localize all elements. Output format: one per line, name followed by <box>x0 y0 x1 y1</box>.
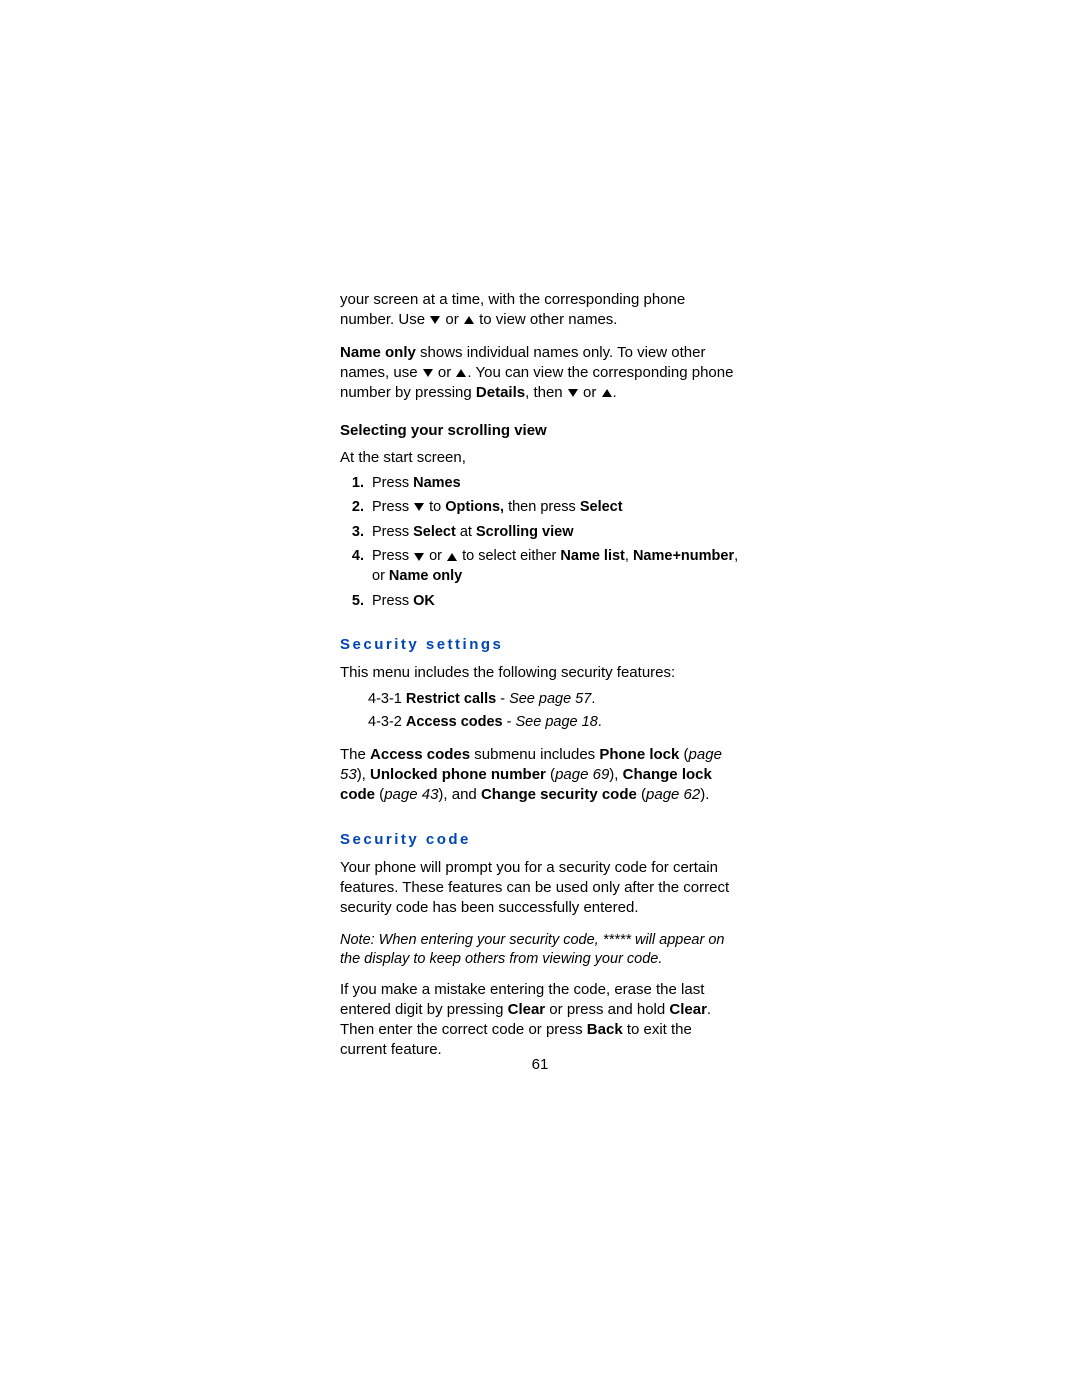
unlocked-phone-number-label: Unlocked phone number <box>370 766 546 783</box>
text: or <box>579 384 601 401</box>
up-arrow-icon <box>447 553 457 561</box>
select-label: Select <box>580 499 623 515</box>
text: . <box>613 384 617 401</box>
down-arrow-icon <box>414 503 424 511</box>
text: ( <box>546 766 555 783</box>
step-2: Press to Options, then press Select <box>368 498 740 518</box>
text: ( <box>637 786 646 803</box>
text: ). <box>700 786 709 803</box>
text: or <box>425 548 446 564</box>
step-5: Press OK <box>368 592 740 612</box>
names-label: Names <box>413 475 461 491</box>
text: 4-3-1 <box>368 691 406 707</box>
text: Press <box>372 499 413 515</box>
restrict-calls-label: Restrict calls <box>406 691 496 707</box>
security-settings-lead: This menu includes the following securit… <box>340 663 740 683</box>
text: Press <box>372 593 413 609</box>
text: then press <box>504 499 580 515</box>
text: or <box>434 364 456 381</box>
text: ), <box>357 766 370 783</box>
text: submenu includes <box>470 746 599 763</box>
text: to view other names. <box>475 311 618 328</box>
security-code-note: Note: When entering your security code, … <box>340 931 740 970</box>
text: to <box>425 499 445 515</box>
up-arrow-icon <box>602 389 612 397</box>
name-list-label: Name list <box>560 548 624 564</box>
back-label: Back <box>587 1021 623 1038</box>
text: at <box>456 524 476 540</box>
up-arrow-icon <box>456 369 466 377</box>
security-settings-heading: Security settings <box>340 635 740 655</box>
change-security-code-label: Change security code <box>481 786 637 803</box>
menu-item-access-codes: 4-3-2 Access codes - See page 18. <box>368 713 740 733</box>
text: ), and <box>438 786 481 803</box>
page-ref: See page 18 <box>516 714 598 730</box>
selecting-heading: Selecting your scrolling view <box>340 421 740 441</box>
page-ref: See page 57 <box>509 691 591 707</box>
name-number-label: Name+number <box>633 548 734 564</box>
clear-label: Clear <box>669 1001 707 1018</box>
name-only-label: Name only <box>340 344 416 361</box>
text: Press <box>372 524 413 540</box>
selecting-lead: At the start screen, <box>340 448 740 468</box>
access-codes-submenu-paragraph: The Access codes submenu includes Phone … <box>340 745 740 806</box>
page-ref: page 62 <box>646 786 700 803</box>
down-arrow-icon <box>414 553 424 561</box>
text: ( <box>375 786 384 803</box>
text: - <box>503 714 516 730</box>
name-only-label: Name only <box>389 568 462 584</box>
security-code-p2: If you make a mistake entering the code,… <box>340 980 740 1061</box>
page-ref: page 69 <box>555 766 609 783</box>
text: ( <box>679 746 688 763</box>
up-arrow-icon <box>464 316 474 324</box>
select-label: Select <box>413 524 456 540</box>
step-1: Press Names <box>368 474 740 494</box>
text: The <box>340 746 370 763</box>
intro-paragraph-1: your screen at a time, with the correspo… <box>340 290 740 331</box>
details-label: Details <box>476 384 525 401</box>
text: 4-3-2 <box>368 714 406 730</box>
text: to select either <box>458 548 560 564</box>
text: . <box>598 714 602 730</box>
down-arrow-icon <box>423 369 433 377</box>
page-ref: page 43 <box>384 786 438 803</box>
down-arrow-icon <box>568 389 578 397</box>
security-code-p1: Your phone will prompt you for a securit… <box>340 858 740 919</box>
intro-paragraph-2: Name only shows individual names only. T… <box>340 343 740 404</box>
text: or <box>441 311 463 328</box>
access-codes-label: Access codes <box>406 714 503 730</box>
clear-label: Clear <box>508 1001 546 1018</box>
text: , then <box>525 384 567 401</box>
text: - <box>496 691 509 707</box>
document-page: your screen at a time, with the correspo… <box>340 290 740 1073</box>
options-label: Options, <box>445 499 504 515</box>
menu-item-restrict-calls: 4-3-1 Restrict calls - See page 57. <box>368 690 740 710</box>
text: . <box>591 691 595 707</box>
text: Press <box>372 475 413 491</box>
phone-lock-label: Phone lock <box>599 746 679 763</box>
steps-list: Press Names Press to Options, then press… <box>340 474 740 611</box>
down-arrow-icon <box>430 316 440 324</box>
text: Press <box>372 548 413 564</box>
scrolling-view-label: Scrolling view <box>476 524 574 540</box>
ok-label: OK <box>413 593 435 609</box>
page-number: 61 <box>340 1055 740 1075</box>
text: or press and hold <box>545 1001 669 1018</box>
text: ), <box>609 766 622 783</box>
access-codes-label: Access codes <box>370 746 470 763</box>
step-3: Press Select at Scrolling view <box>368 523 740 543</box>
security-code-heading: Security code <box>340 830 740 850</box>
text: , <box>625 548 633 564</box>
step-4: Press or to select either Name list, Nam… <box>368 547 740 586</box>
